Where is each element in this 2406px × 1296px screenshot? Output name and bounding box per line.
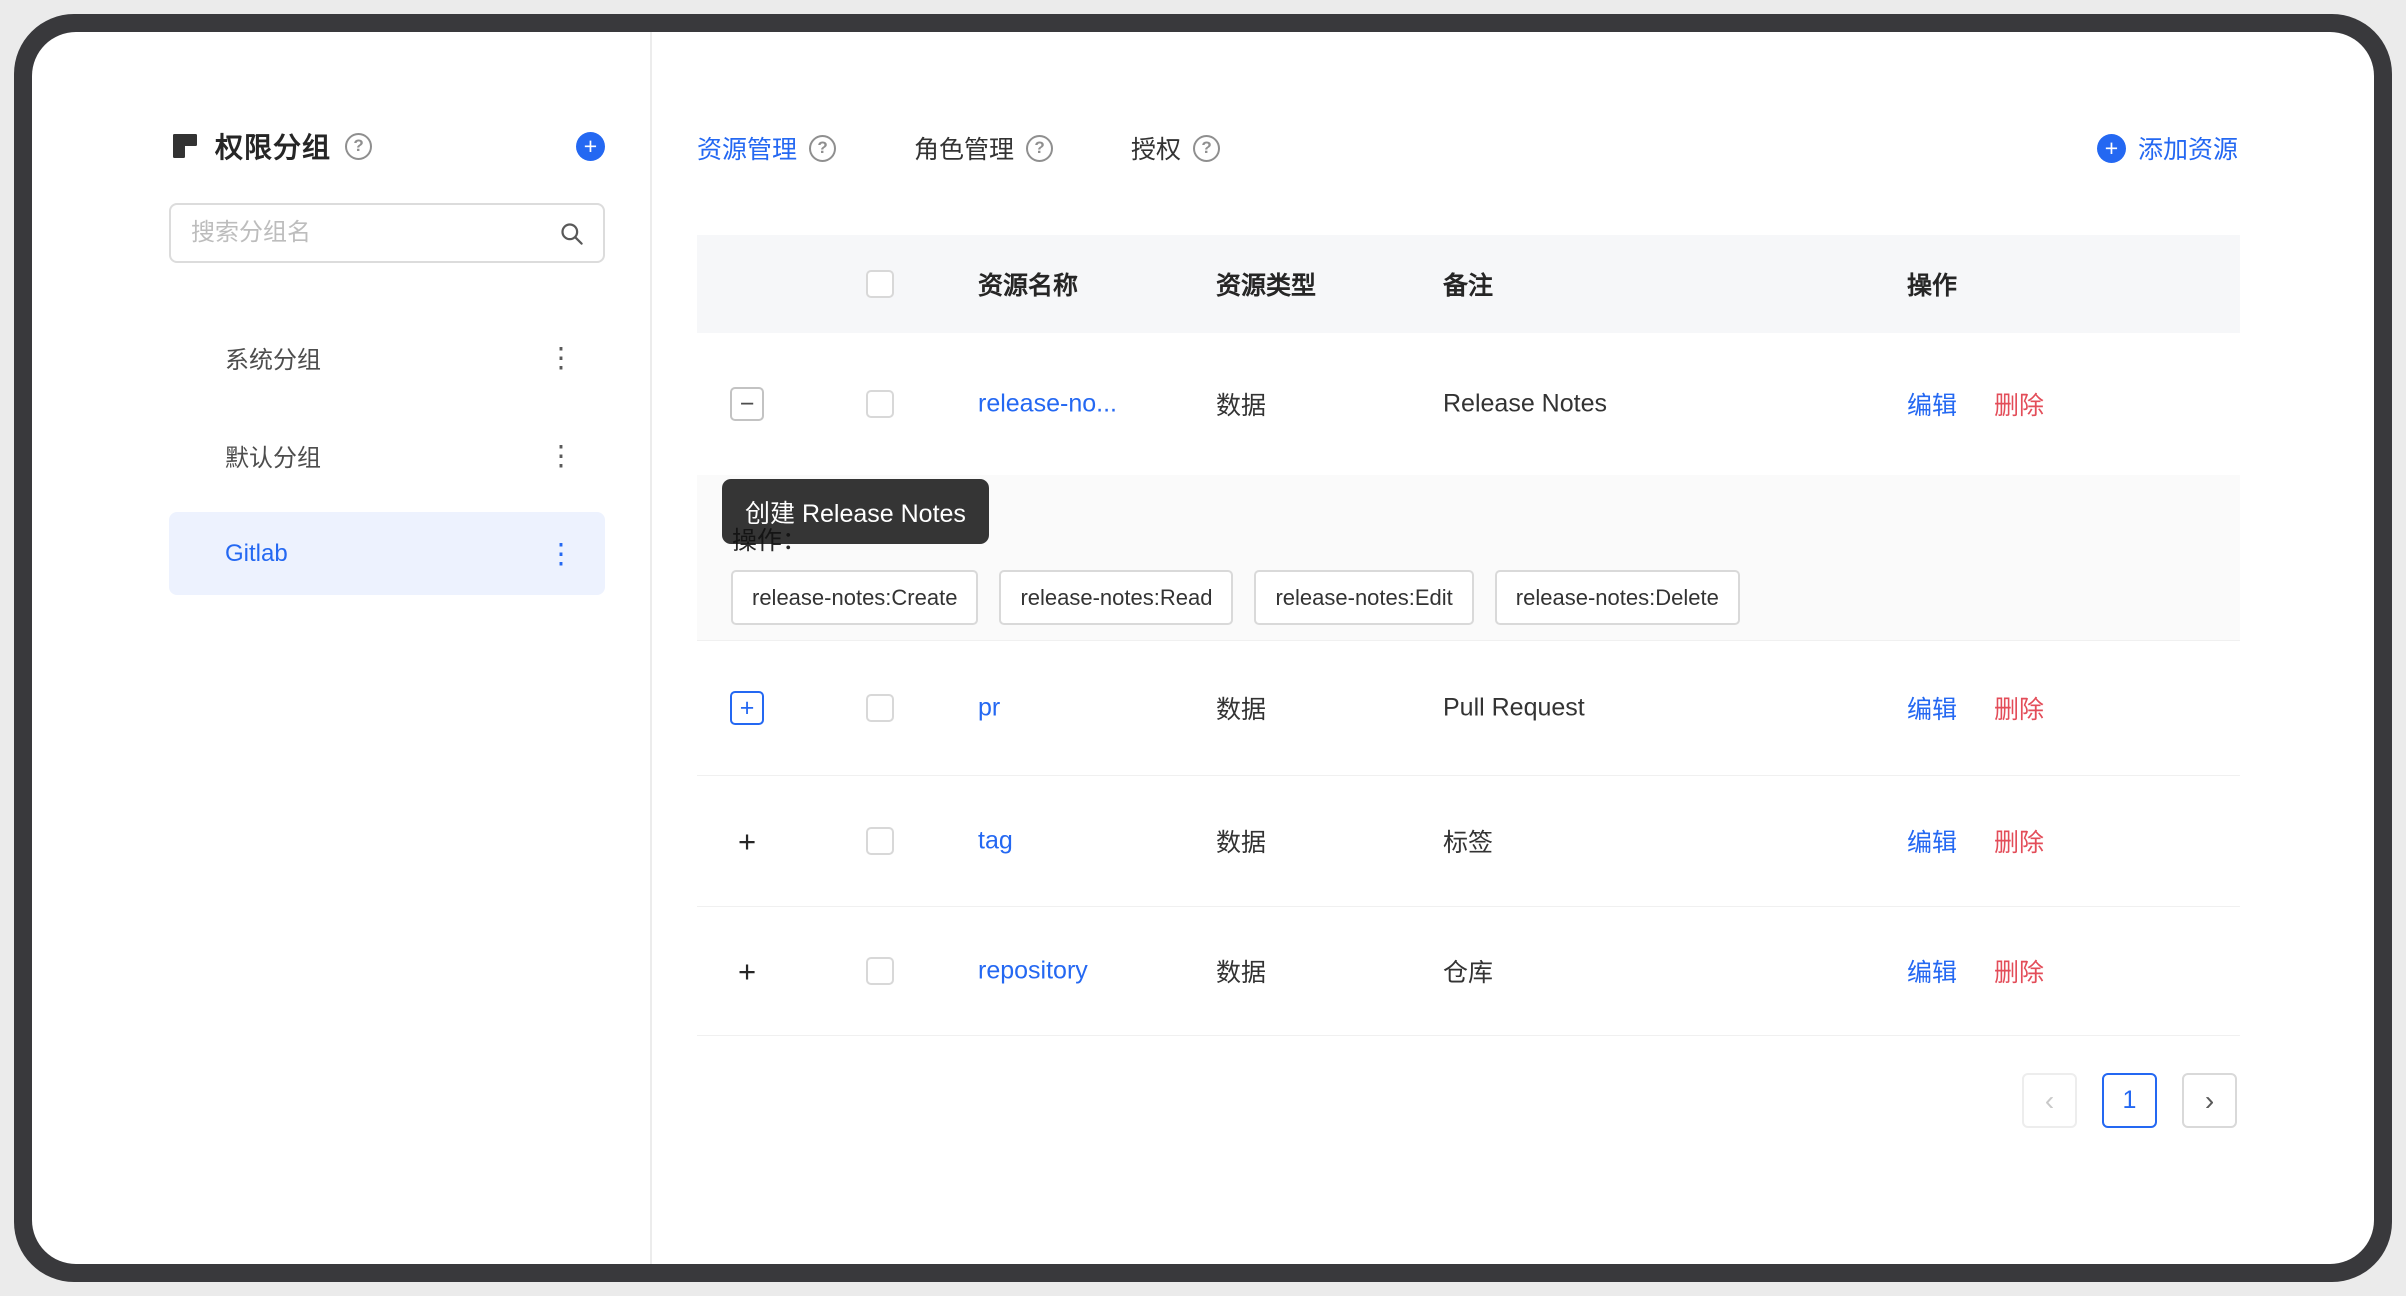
- col-remark: 备注: [1443, 266, 1493, 302]
- permission-chip: release-notes:Create: [731, 570, 978, 625]
- add-resource-button[interactable]: + 添加资源: [2097, 130, 2238, 166]
- group-item-label: 默认分组: [225, 438, 321, 473]
- resource-table: 资源名称 资源类型 备注 操作 − release-no... 数据 Relea…: [697, 235, 2240, 1036]
- delete-button[interactable]: 删除: [1994, 386, 2044, 422]
- resource-remark: Pull Request: [1443, 694, 1585, 723]
- group-item-system[interactable]: 系统分组 ⋮: [169, 316, 605, 399]
- tab-label: 资源管理: [697, 130, 797, 166]
- permission-chip-list: release-notes:Create release-notes:Read …: [731, 570, 1740, 625]
- collapse-row-button[interactable]: −: [730, 387, 764, 421]
- row-checkbox[interactable]: [866, 957, 894, 985]
- expand-row-button[interactable]: +: [730, 824, 764, 858]
- resource-type: 数据: [1216, 690, 1266, 726]
- table-header-row: 资源名称 资源类型 备注 操作: [697, 235, 2240, 333]
- add-group-button[interactable]: +: [576, 132, 605, 161]
- sidebar-divider: [650, 32, 652, 1264]
- permission-groups-sidebar: 权限分组 ? + 系统分组 ⋮ 默认分组 ⋮: [169, 120, 605, 610]
- resource-name-link[interactable]: repository: [978, 957, 1088, 986]
- group-search-input[interactable]: [191, 219, 558, 247]
- col-type: 资源类型: [1216, 266, 1316, 302]
- tab-label: 授权: [1131, 130, 1181, 166]
- resource-type: 数据: [1216, 823, 1266, 859]
- group-item-label: 系统分组: [225, 340, 321, 375]
- app-logo-icon: [169, 130, 201, 162]
- tab-authorization[interactable]: 授权 ?: [1131, 130, 1220, 166]
- group-list: 系统分组 ⋮ 默认分组 ⋮ Gitlab ⋮: [169, 316, 605, 595]
- col-name: 资源名称: [978, 266, 1078, 302]
- prev-page-button[interactable]: ‹: [2022, 1073, 2077, 1128]
- plus-icon: +: [2097, 134, 2126, 163]
- pagination: ‹ 1 ›: [2022, 1073, 2237, 1128]
- table-row: + pr 数据 Pull Request 编辑 删除: [697, 640, 2240, 775]
- permission-chip: release-notes:Read: [999, 570, 1233, 625]
- tab-roles[interactable]: 角色管理 ?: [914, 130, 1053, 166]
- tooltip-create-release-notes: 创建 Release Notes: [722, 479, 989, 544]
- help-icon[interactable]: ?: [345, 133, 372, 160]
- delete-button[interactable]: 删除: [1994, 953, 2044, 989]
- permission-chip: release-notes:Delete: [1495, 570, 1740, 625]
- expand-row-button[interactable]: +: [730, 954, 764, 988]
- row-checkbox[interactable]: [866, 694, 894, 722]
- sidebar-title: 权限分组: [215, 126, 331, 166]
- help-icon[interactable]: ?: [1193, 135, 1220, 162]
- resource-name-link[interactable]: release-no...: [978, 390, 1117, 419]
- group-item-default[interactable]: 默认分组 ⋮: [169, 414, 605, 497]
- page-1-button[interactable]: 1: [2102, 1073, 2157, 1128]
- resource-name-link[interactable]: pr: [978, 694, 1000, 723]
- more-icon[interactable]: ⋮: [547, 540, 575, 568]
- permission-chip: release-notes:Edit: [1254, 570, 1473, 625]
- resource-remark: Release Notes: [1443, 390, 1607, 419]
- delete-button[interactable]: 删除: [1994, 823, 2044, 859]
- resource-type: 数据: [1216, 953, 1266, 989]
- tab-bar: 资源管理 ? 角色管理 ? 授权 ?: [697, 130, 1220, 166]
- edit-button[interactable]: 编辑: [1907, 690, 1957, 726]
- edit-button[interactable]: 编辑: [1907, 823, 1957, 859]
- select-all-checkbox[interactable]: [866, 270, 894, 298]
- table-row: − release-no... 数据 Release Notes 编辑 删除: [697, 333, 2240, 475]
- group-search-box: [169, 203, 605, 263]
- group-item-label: Gitlab: [225, 540, 288, 568]
- more-icon[interactable]: ⋮: [547, 442, 575, 470]
- resource-remark: 标签: [1443, 823, 1493, 859]
- tab-label: 角色管理: [914, 130, 1014, 166]
- resource-type: 数据: [1216, 386, 1266, 422]
- tab-resources[interactable]: 资源管理 ?: [697, 130, 836, 166]
- group-item-gitlab[interactable]: Gitlab ⋮: [169, 512, 605, 595]
- help-icon[interactable]: ?: [809, 135, 836, 162]
- more-icon[interactable]: ⋮: [547, 344, 575, 372]
- sidebar-header: 权限分组 ? +: [169, 120, 605, 172]
- row-checkbox[interactable]: [866, 827, 894, 855]
- expand-row-button[interactable]: +: [730, 691, 764, 725]
- resource-name-link[interactable]: tag: [978, 827, 1013, 856]
- add-resource-label: 添加资源: [2138, 130, 2238, 166]
- delete-button[interactable]: 删除: [1994, 690, 2044, 726]
- table-row: + tag 数据 标签 编辑 删除: [697, 775, 2240, 906]
- app-window: 权限分组 ? + 系统分组 ⋮ 默认分组 ⋮: [32, 32, 2374, 1264]
- next-page-button[interactable]: ›: [2182, 1073, 2237, 1128]
- table-row: + repository 数据 仓库 编辑 删除: [697, 906, 2240, 1036]
- edit-button[interactable]: 编辑: [1907, 386, 1957, 422]
- help-icon[interactable]: ?: [1026, 135, 1053, 162]
- col-actions: 操作: [1907, 266, 1957, 302]
- search-icon: [558, 220, 585, 247]
- resource-remark: 仓库: [1443, 953, 1493, 989]
- edit-button[interactable]: 编辑: [1907, 953, 1957, 989]
- window-frame: 权限分组 ? + 系统分组 ⋮ 默认分组 ⋮: [14, 14, 2392, 1282]
- row-checkbox[interactable]: [866, 390, 894, 418]
- resource-management-panel: 资源管理 ? 角色管理 ? 授权 ? + 添加资源: [697, 32, 2240, 1264]
